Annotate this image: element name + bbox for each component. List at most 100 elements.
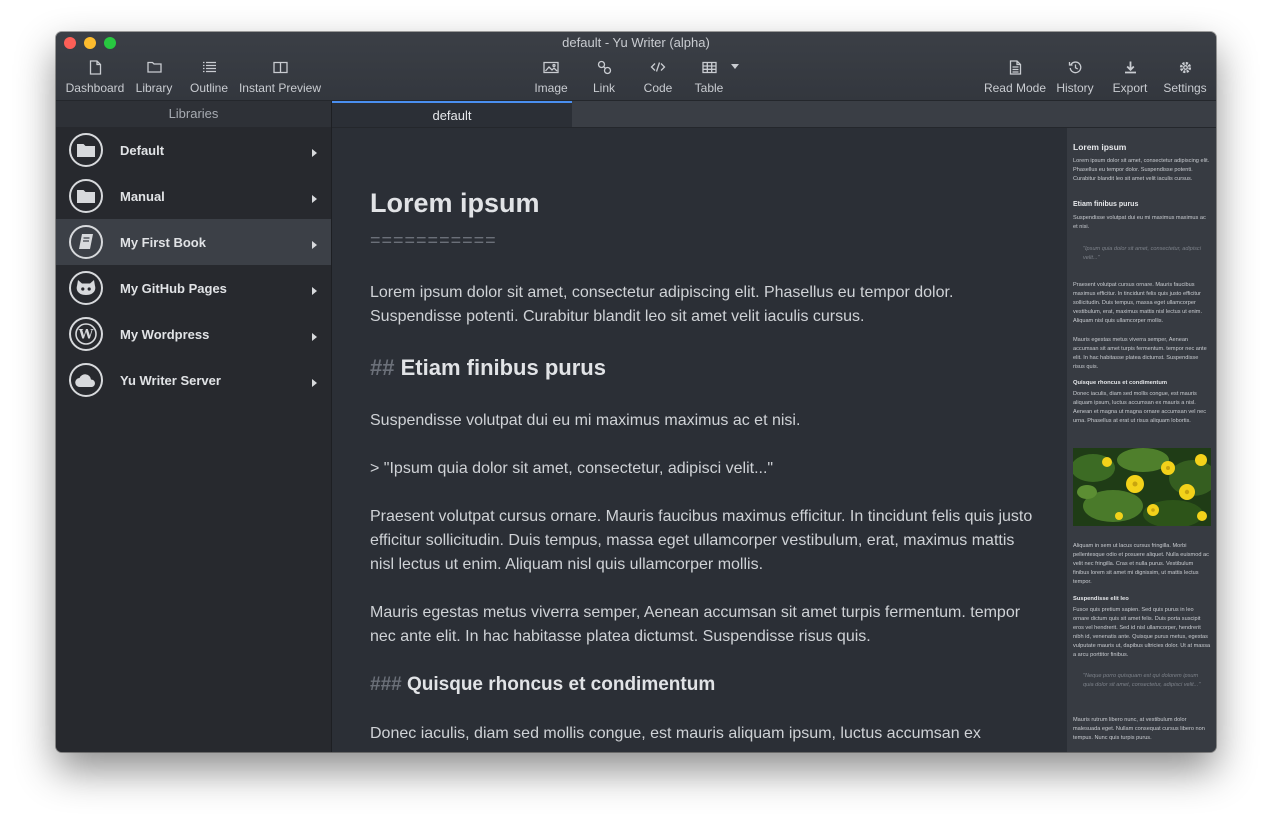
image-icon: [530, 58, 572, 76]
settings-button[interactable]: Settings: [1160, 58, 1210, 98]
instant-preview-button[interactable]: Instant Preview: [238, 58, 322, 98]
preview-blockquote: "Neque porro quisquam est qui dolorem ip…: [1083, 673, 1201, 688]
export-label: Export: [1112, 81, 1148, 95]
chevron-right-icon: [312, 333, 317, 341]
toolbar: default - Yu Writer (alpha) Dashboard Li…: [56, 32, 1216, 101]
editor-heading-2: ## Etiam finibus purus: [370, 356, 1040, 380]
editor-heading-3: ### Quisque rhoncus et condimentum: [370, 673, 1040, 697]
gear-icon: [1160, 58, 1210, 76]
read-mode-button[interactable]: Read Mode: [982, 58, 1048, 98]
editor-paragraph: Mauris egestas metus viverra semper, Aen…: [370, 604, 1021, 645]
wordpress-icon: W: [69, 317, 103, 351]
document-icon: [64, 58, 126, 76]
outline-button[interactable]: Outline: [184, 58, 234, 98]
preview-paragraph: Mauris egestas metus viverra semper, Aen…: [1073, 337, 1207, 370]
markdown-editor[interactable]: Lorem ipsum =========== Lorem ipsum dolo…: [332, 128, 1066, 752]
tab-default[interactable]: default: [332, 101, 572, 127]
sidebar-item-label: My First Book: [120, 235, 206, 250]
preview-blockquote: "Ipsum quia dolor sit amet, consectetur,…: [1083, 246, 1201, 261]
link-icon: [586, 58, 622, 76]
export-button[interactable]: Export: [1108, 58, 1152, 98]
code-button[interactable]: Code: [638, 58, 678, 98]
editor-heading-1: Lorem ipsum: [370, 188, 540, 218]
preview-heading-2: Etiam finibus purus: [1073, 201, 1139, 208]
outline-label: Outline: [189, 81, 229, 95]
editor-paragraph: Suspendisse volutpat dui eu mi maximus m…: [370, 412, 801, 429]
download-icon: [1108, 58, 1152, 76]
editor-heading-underline: ===========: [370, 230, 497, 250]
editor-blockquote: > "Ipsum quia dolor sit amet, consectetu…: [370, 460, 774, 477]
github-icon: [69, 271, 103, 305]
chevron-right-icon: [312, 241, 317, 249]
heading-marker: ##: [370, 355, 395, 380]
folder-icon: [130, 58, 178, 76]
preview-heading-3: Suspendisse elit leo: [1073, 596, 1129, 602]
heading-text: Etiam finibus purus: [400, 355, 606, 380]
chevron-right-icon: [312, 287, 317, 295]
window-title: default - Yu Writer (alpha): [562, 35, 710, 50]
chevron-right-icon: [312, 149, 317, 157]
cloud-icon: [69, 363, 103, 397]
sidebar-item-my-wordpress[interactable]: W My Wordpress: [56, 311, 331, 357]
folder-icon: [69, 133, 103, 167]
preview-heading-3: Quisque rhoncus et condimentum: [1073, 380, 1168, 386]
libraries-sidebar: Libraries Default Manual My First Book M…: [56, 101, 332, 752]
book-icon: [69, 225, 103, 259]
instant-preview-pane[interactable]: Lorem ipsum Lorem ipsum dolor sit amet, …: [1067, 128, 1216, 752]
svg-text:W: W: [78, 328, 94, 343]
code-label: Code: [643, 81, 673, 95]
library-label: Library: [135, 81, 173, 95]
preview-paragraph: Fusce quis pretium sapien. Sed quis puru…: [1073, 607, 1211, 658]
table-button[interactable]: Table: [690, 58, 728, 98]
chevron-right-icon: [312, 195, 317, 203]
code-icon: [638, 58, 678, 76]
dashboard-label: Dashboard: [65, 81, 125, 95]
read-document-icon: [982, 58, 1048, 76]
link-button[interactable]: Link: [586, 58, 622, 98]
sidebar-item-manual[interactable]: Manual: [56, 173, 331, 219]
sidebar-item-label: Default: [120, 143, 165, 158]
sidebar-item-label: My Wordpress: [120, 327, 210, 342]
preview-heading-1: Lorem ipsum: [1073, 142, 1127, 152]
table-label: Table: [694, 81, 724, 95]
sidebar-item-yu-writer-server[interactable]: Yu Writer Server: [56, 357, 331, 403]
flower-image: [1073, 448, 1211, 526]
history-icon: [1052, 58, 1098, 76]
editor-paragraph: Praesent volutpat cursus ornare. Mauris …: [370, 508, 1033, 573]
sidebar-item-default[interactable]: Default: [56, 127, 331, 173]
preview-paragraph: Aliquam in sem ut lacus cursus fringilla…: [1073, 543, 1209, 585]
sidebar-item-my-first-book[interactable]: My First Book: [56, 219, 331, 265]
read-mode-label: Read Mode: [983, 81, 1047, 95]
image-label: Image: [534, 81, 568, 95]
folder-icon: [69, 179, 103, 213]
sidebar-item-label: My GitHub Pages: [120, 281, 227, 296]
list-icon: [184, 58, 234, 76]
instant-preview-label: Instant Preview: [238, 81, 322, 95]
preview-paragraph: Praesent volutpat cursus ornare. Mauris …: [1073, 282, 1203, 324]
link-label: Link: [592, 81, 615, 95]
settings-label: Settings: [1163, 81, 1207, 95]
history-button[interactable]: History: [1052, 58, 1098, 98]
split-view-icon: [238, 58, 322, 76]
preview-paragraph: Suspendisse volutpat dui eu mi maximus m…: [1073, 215, 1206, 230]
sidebar-item-label: Manual: [120, 189, 165, 204]
preview-paragraph: Lorem ipsum dolor sit amet, consectetur …: [1073, 158, 1210, 182]
chevron-right-icon: [312, 379, 317, 387]
history-label: History: [1056, 81, 1094, 95]
app-window: default - Yu Writer (alpha) Dashboard Li…: [56, 32, 1216, 752]
table-icon: [690, 58, 728, 76]
sidebar-item-my-github-pages[interactable]: My GitHub Pages: [56, 265, 331, 311]
editor-paragraph: Donec iaculis, diam sed mollis congue, e…: [370, 725, 981, 742]
preview-paragraph: Donec iaculis, diam sed mollis congue, e…: [1073, 391, 1207, 424]
dashboard-button[interactable]: Dashboard: [64, 58, 126, 98]
heading-marker: ###: [370, 674, 402, 695]
heading-text: Quisque rhoncus et condimentum: [406, 674, 716, 695]
editor-paragraph: Lorem ipsum dolor sit amet, consectetur …: [370, 284, 954, 325]
sidebar-header: Libraries: [56, 101, 331, 127]
library-button[interactable]: Library: [130, 58, 178, 98]
tab-bar: default: [332, 101, 1216, 128]
image-button[interactable]: Image: [530, 58, 572, 98]
sidebar-item-label: Yu Writer Server: [120, 373, 221, 388]
preview-paragraph: Mauris rutrum libero nunc, at vestibulum…: [1073, 717, 1205, 741]
table-dropdown-caret-icon[interactable]: [731, 64, 739, 69]
